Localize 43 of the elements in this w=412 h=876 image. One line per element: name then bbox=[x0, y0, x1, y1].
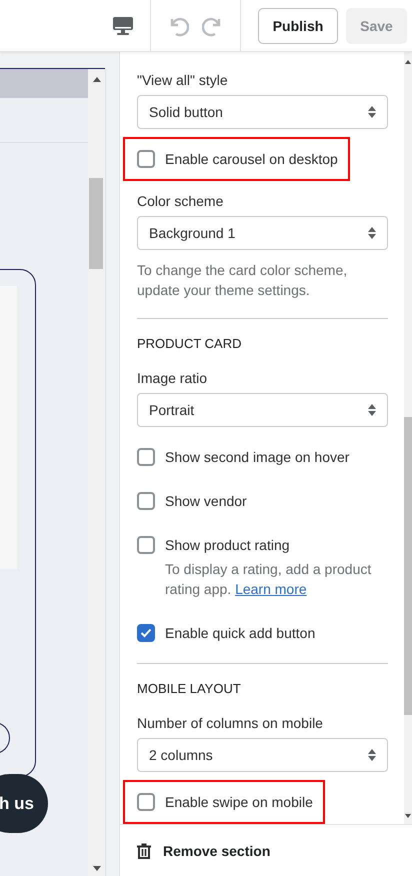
field-label: Image ratio bbox=[137, 369, 208, 388]
select-arrows-icon bbox=[368, 749, 376, 761]
trash-icon bbox=[137, 842, 151, 858]
scroll-up-icon[interactable] bbox=[405, 60, 411, 64]
scroll-down-icon[interactable] bbox=[93, 866, 101, 871]
select-field[interactable]: Portrait bbox=[137, 393, 388, 427]
check-icon bbox=[140, 628, 152, 638]
scroll-thumb[interactable] bbox=[404, 417, 412, 715]
checkbox[interactable] bbox=[137, 492, 155, 510]
section-heading: MOBILE LAYOUT bbox=[137, 681, 242, 697]
publish-button[interactable]: Publish bbox=[258, 8, 338, 44]
help-text: To display a rating, add a product rating app. Learn more bbox=[165, 560, 372, 599]
contact-button[interactable]: h us bbox=[0, 774, 48, 833]
checkbox[interactable] bbox=[137, 536, 155, 554]
select-field[interactable]: Background 1 bbox=[137, 216, 388, 250]
select-field[interactable]: 2 columns bbox=[137, 738, 388, 772]
select-arrows-icon bbox=[368, 106, 376, 118]
checkbox-label: Enable carousel on desktop bbox=[165, 150, 338, 169]
scrollbar[interactable] bbox=[404, 52, 412, 824]
checkbox[interactable] bbox=[137, 150, 155, 168]
learn-more-link[interactable]: Learn more bbox=[235, 581, 307, 597]
checkbox-label: Show second image on hover bbox=[165, 448, 350, 467]
checkbox-label: Enable swipe on mobile bbox=[165, 793, 313, 812]
checkbox[interactable] bbox=[137, 793, 155, 811]
remove-section-button[interactable]: Remove section bbox=[137, 842, 270, 858]
scrollbar[interactable] bbox=[88, 69, 105, 876]
scroll-down-icon[interactable] bbox=[405, 814, 411, 818]
select-field[interactable]: Solid button bbox=[137, 95, 388, 129]
scroll-thumb[interactable] bbox=[89, 178, 103, 269]
field-label: Color scheme bbox=[137, 192, 224, 211]
checkbox[interactable] bbox=[137, 624, 155, 642]
section-heading: PRODUCT CARD bbox=[137, 336, 242, 352]
field-label: Number of columns on mobile bbox=[137, 714, 324, 733]
checkbox-label: Show product rating bbox=[165, 536, 291, 555]
checkbox[interactable] bbox=[137, 448, 155, 466]
checkbox-label: Show vendor bbox=[165, 492, 247, 511]
select-arrows-icon bbox=[368, 404, 376, 416]
checkbox-label: Enable quick add button bbox=[165, 624, 316, 643]
select-arrows-icon bbox=[368, 227, 376, 239]
scroll-up-icon[interactable] bbox=[93, 77, 101, 82]
desktop-icon[interactable] bbox=[113, 16, 133, 34]
field-label: "View all" style bbox=[137, 71, 229, 90]
help-text: To change the card color scheme, update your theme settings. bbox=[137, 261, 348, 300]
